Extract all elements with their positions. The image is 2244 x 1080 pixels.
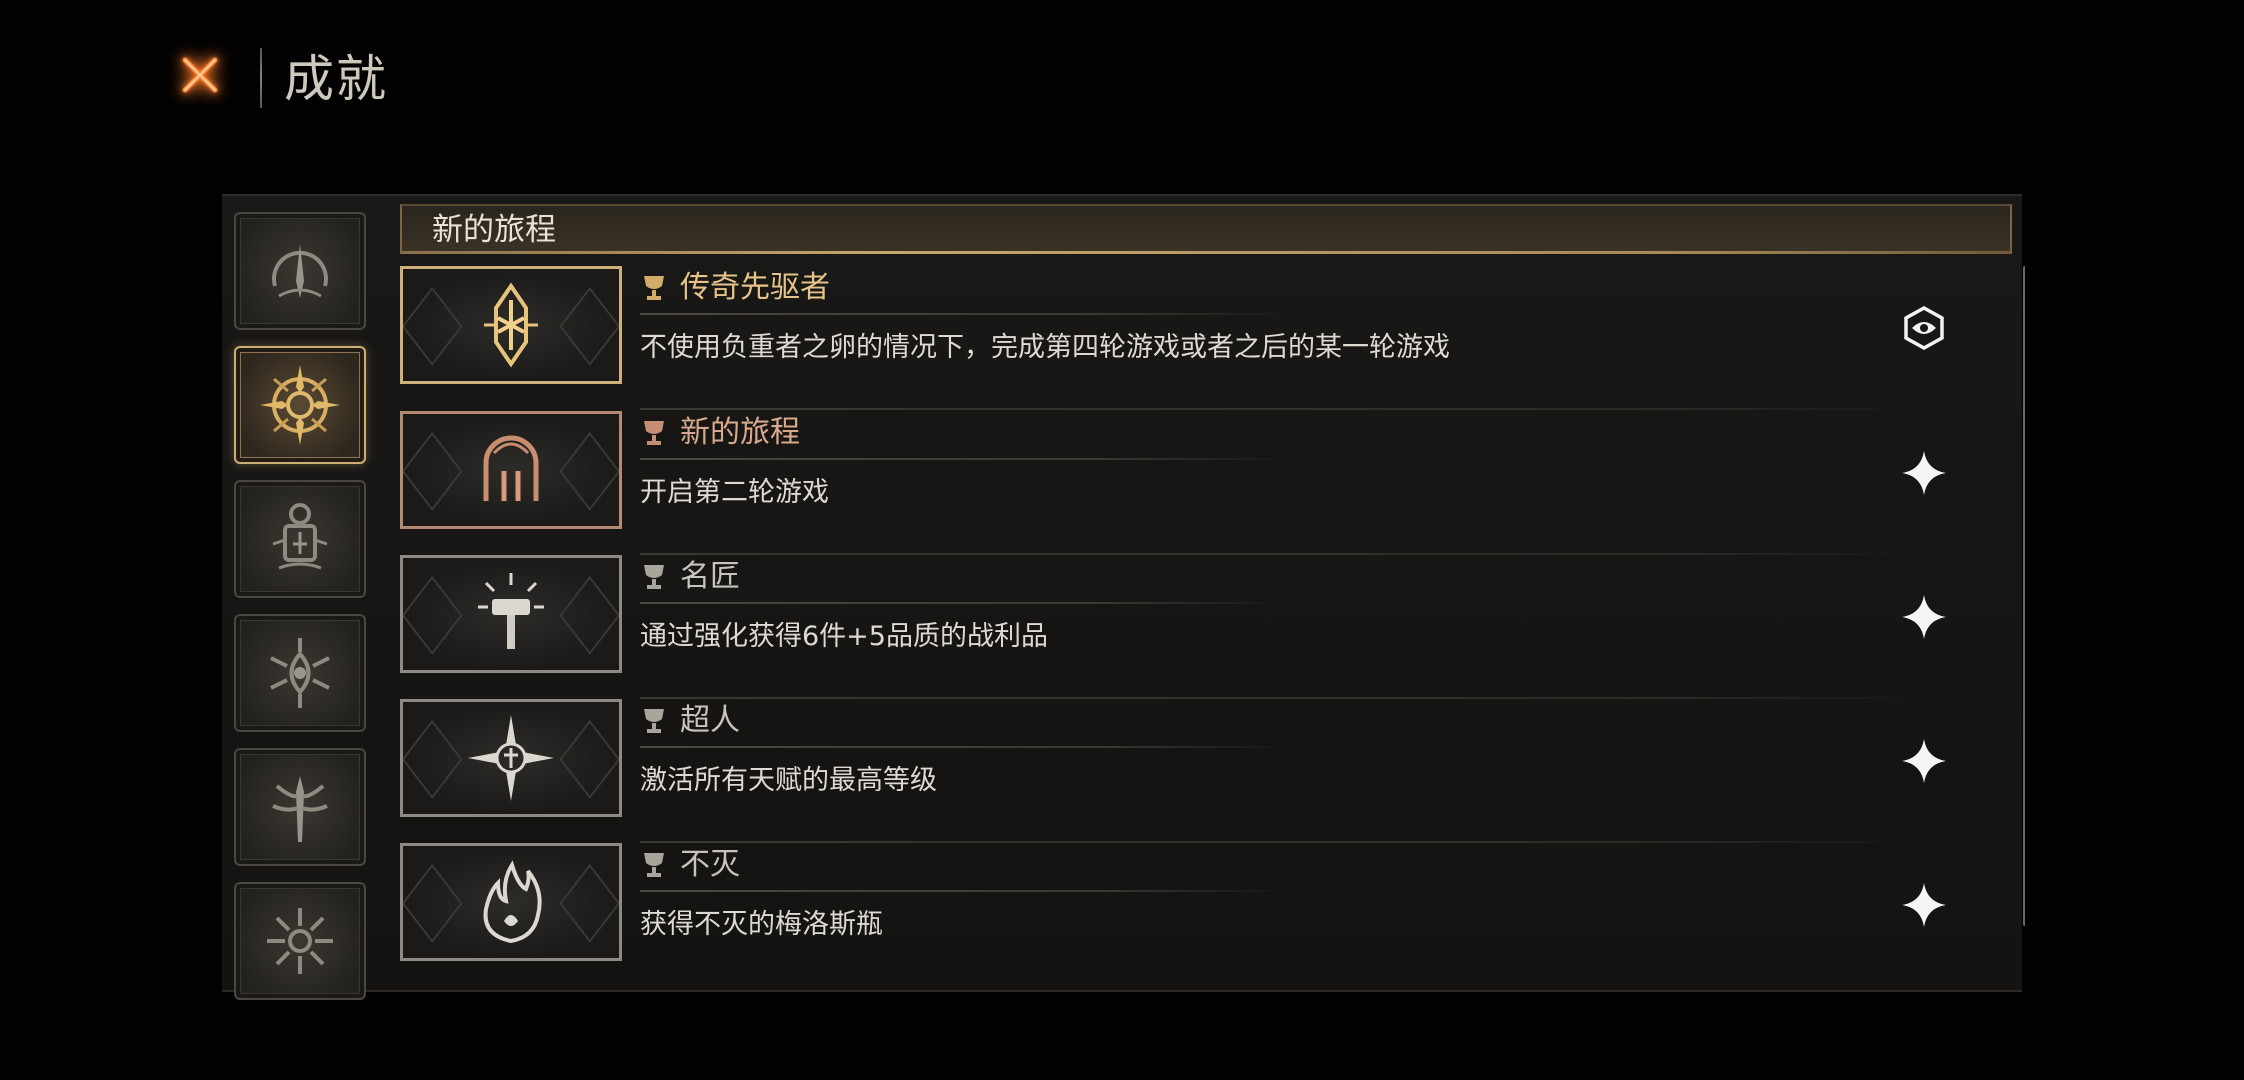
trophy-icon — [644, 709, 664, 733]
eye-thorn-sigil-icon — [270, 638, 330, 708]
achievement-thumbnail — [400, 555, 622, 673]
eye-glyph-icon — [1904, 305, 1944, 351]
achievement-title: 新的旅程 — [680, 415, 800, 450]
achievement-title: 超人 — [680, 703, 740, 738]
title-divider — [640, 313, 1290, 315]
trophy-icon — [644, 853, 664, 877]
section-header-underline — [402, 251, 2010, 254]
header-divider — [260, 48, 262, 108]
arch-sigil-icon — [272, 244, 328, 298]
achievement-description: 不使用负重者之卵的情况下，完成第四轮游戏或者之后的某一轮游戏 — [640, 332, 1450, 363]
lantern-sigil-icon — [272, 503, 328, 570]
achievement-description: 激活所有天赋的最高等级 — [640, 765, 937, 796]
title-divider — [640, 458, 1290, 460]
achievement-title-line: 名匠 — [640, 555, 740, 599]
category-sidebar — [234, 212, 374, 1016]
achievement-title-line: 超人 — [640, 699, 740, 743]
achievement-list[interactable]: 传奇先驱者 不使用负重者之卵的情况下，完成第四轮游戏或者之后的某一轮游戏 新的旅… — [400, 266, 2025, 978]
achievement-thumbnail — [400, 843, 622, 961]
hammer-emblem-icon — [478, 573, 544, 649]
close-x-icon — [182, 57, 218, 93]
category-tab-6[interactable] — [234, 882, 366, 1000]
trophy-icon — [644, 276, 664, 300]
achievement-status — [1896, 733, 1952, 789]
achievement-description: 开启第二轮游戏 — [640, 477, 829, 508]
achievement-thumbnail — [400, 411, 622, 529]
gate-emblem-icon — [483, 435, 539, 501]
blade-tree-sigil-icon — [272, 776, 328, 842]
title-divider — [640, 602, 1290, 604]
section-header: 新的旅程 — [400, 204, 2012, 254]
sparkle-icon — [1902, 883, 1946, 927]
title-divider — [640, 746, 1290, 748]
achievement-row[interactable]: 超人 激活所有天赋的最高等级 — [400, 699, 2000, 843]
row-separator — [640, 408, 1920, 410]
flame-emblem-icon — [483, 860, 542, 944]
achievement-thumbnail — [400, 699, 622, 817]
achievement-title-line: 传奇先驱者 — [640, 266, 830, 310]
achievement-title: 名匠 — [680, 559, 740, 594]
sun-compass-sigil-icon — [260, 365, 340, 445]
achievement-title: 传奇先驱者 — [680, 270, 830, 305]
category-tab-3[interactable] — [234, 480, 366, 598]
category-tab-4[interactable] — [234, 614, 366, 732]
sparkle-icon — [1902, 451, 1946, 495]
trophy-icon — [644, 421, 664, 445]
category-tab-2[interactable] — [234, 346, 366, 464]
star-shield-emblem-icon — [468, 715, 554, 801]
achievement-description: 通过强化获得6件+5品质的战利品 — [640, 621, 1048, 652]
achievement-status — [1896, 877, 1952, 933]
achievements-panel: 新的旅程 传奇先驱者 不使用负重者之卵的情况下，完成第四轮游戏或者之后的某一轮游… — [222, 194, 2025, 1000]
close-button[interactable] — [170, 45, 230, 105]
scrollbar[interactable] — [2023, 266, 2025, 926]
achievement-title-line: 新的旅程 — [640, 411, 800, 455]
trophy-icon — [644, 565, 664, 589]
page-title: 成就 — [284, 50, 388, 108]
title-divider — [640, 890, 1290, 892]
achievement-status — [1896, 445, 1952, 501]
achievement-row[interactable]: 不灭 获得不灭的梅洛斯瓶 — [400, 843, 2000, 975]
achievement-row[interactable]: 新的旅程 开启第二轮游戏 — [400, 411, 2000, 555]
section-title: 新的旅程 — [432, 212, 556, 248]
category-tab-5[interactable] — [234, 748, 366, 866]
achievement-row[interactable]: 传奇先驱者 不使用负重者之卵的情况下，完成第四轮游戏或者之后的某一轮游戏 — [400, 266, 2000, 410]
achievement-status — [1896, 300, 1952, 356]
sparkle-icon — [1902, 739, 1946, 783]
thorn-star-sigil-icon — [267, 908, 333, 974]
achievement-thumbnail — [400, 266, 622, 384]
category-tab-1[interactable] — [234, 212, 366, 330]
achievement-description: 获得不灭的梅洛斯瓶 — [640, 909, 883, 940]
achievement-row[interactable]: 名匠 通过强化获得6件+5品质的战利品 — [400, 555, 2000, 699]
sparkle-icon — [1902, 595, 1946, 639]
achievement-status — [1896, 589, 1952, 645]
achievement-title-line: 不灭 — [640, 843, 740, 887]
achievement-title: 不灭 — [680, 847, 740, 882]
rune-emblem-icon — [484, 282, 538, 368]
